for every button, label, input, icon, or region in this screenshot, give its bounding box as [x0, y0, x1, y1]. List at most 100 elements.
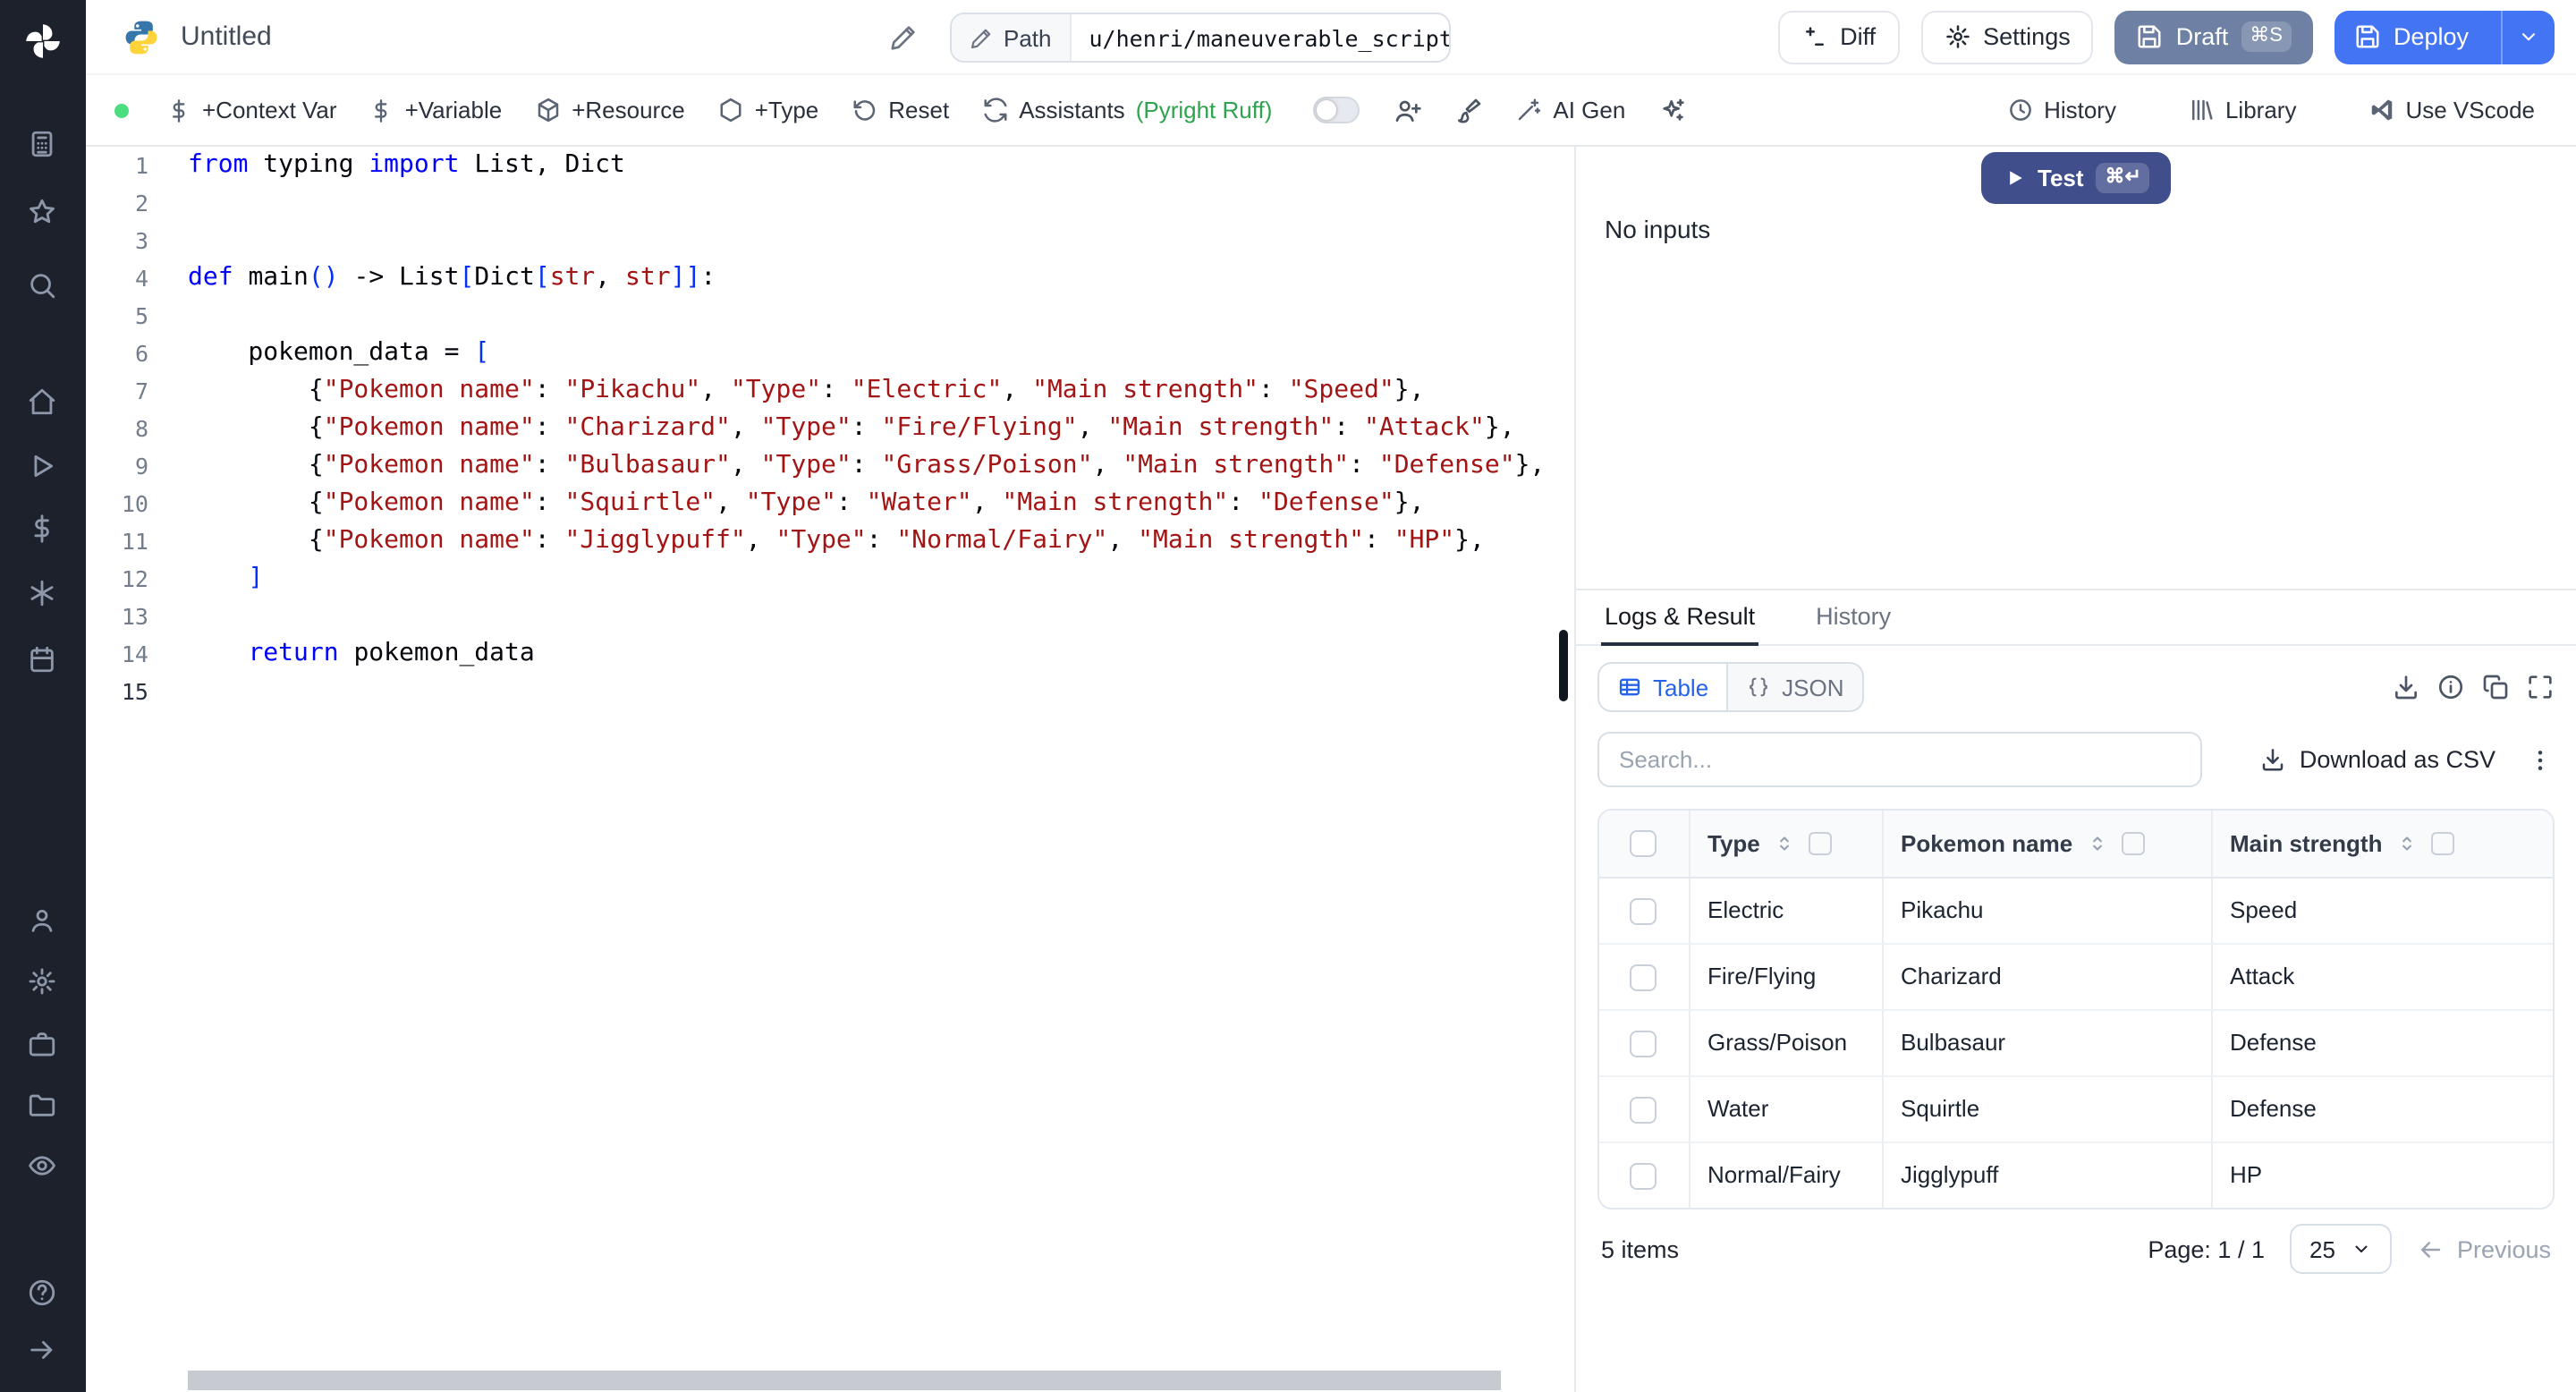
table-row[interactable]: Normal/Fairy Jigglypuff HP	[1599, 1142, 2553, 1208]
column-header-main-strength[interactable]: Main strength	[2210, 811, 2553, 878]
row-checkbox[interactable]	[1630, 963, 1657, 991]
tab-logs-result[interactable]: Logs & Result	[1601, 590, 1759, 646]
vscode-icon	[2368, 97, 2394, 123]
code-line[interactable]: 3	[86, 222, 1553, 259]
code-line[interactable]: 1 from typing import List, Dict	[86, 147, 1553, 184]
sidebar-settings-icon[interactable]	[27, 966, 57, 997]
library-button[interactable]: Library	[2172, 85, 2313, 135]
code-line[interactable]: 7 {"Pokemon name": "Pikachu", "Type": "E…	[86, 372, 1553, 410]
sidebar-search-icon[interactable]	[27, 270, 57, 301]
line-number: 10	[121, 490, 148, 517]
code-line[interactable]: 10 {"Pokemon name": "Squirtle", "Type": …	[86, 485, 1553, 522]
row-checkbox[interactable]	[1630, 1030, 1657, 1057]
sidebar-home-icon[interactable]	[27, 386, 57, 417]
ai-gen-button[interactable]: AI Gen	[1499, 85, 1641, 135]
code-line[interactable]: 13	[86, 598, 1553, 635]
sidebar-resources-icon[interactable]	[27, 578, 57, 608]
sidebar-help-icon[interactable]	[27, 1277, 57, 1308]
page-size-select[interactable]: 25	[2290, 1224, 2393, 1274]
add-type-button[interactable]: +Type	[701, 85, 835, 135]
sort-icon[interactable]	[1773, 832, 1796, 855]
view-json-button[interactable]: JSON	[1728, 664, 1861, 710]
sidebar-users-icon[interactable]	[27, 905, 57, 936]
row-checkbox[interactable]	[1630, 897, 1657, 925]
more-options-icon[interactable]	[2526, 745, 2555, 774]
sidebar-folders-icon[interactable]	[27, 1090, 57, 1120]
draft-button[interactable]: Draft ⌘S	[2114, 10, 2313, 64]
sidebar-apps-icon[interactable]	[27, 129, 57, 159]
table-row[interactable]: Water Squirtle Defense	[1599, 1075, 2553, 1142]
user-plus-icon[interactable]	[1394, 96, 1422, 124]
table-row[interactable]: Fire/Flying Charizard Attack	[1599, 943, 2553, 1010]
info-icon[interactable]	[2436, 673, 2465, 701]
row-checkbox[interactable]	[1630, 1162, 1657, 1190]
code-editor[interactable]: 1 from typing import List, Dict 2 3 4 def mai…	[86, 147, 1553, 1392]
path-editor[interactable]: Path u/henri/maneuverable_script	[950, 13, 1451, 63]
sparkles-icon[interactable]	[1657, 96, 1686, 124]
diff-button[interactable]: Diff	[1777, 10, 1900, 64]
search-input[interactable]	[1597, 732, 2202, 787]
reset-button[interactable]: Reset	[835, 85, 965, 135]
settings-button[interactable]: Settings	[1920, 10, 2094, 64]
editor-horizontal-scrollbar[interactable]	[188, 1371, 1501, 1390]
path-value[interactable]: u/henri/maneuverable_script	[1072, 24, 1450, 51]
deploy-button[interactable]: Deploy	[2334, 10, 2555, 64]
chevron-down-icon	[2517, 25, 2540, 48]
line-number: 13	[121, 603, 148, 630]
sidebar-workers-icon[interactable]	[27, 1029, 57, 1059]
sidebar-favorites-icon[interactable]	[27, 197, 57, 227]
code-line[interactable]: 9 {"Pokemon name": "Bulbasaur", "Type": …	[86, 447, 1553, 485]
code-line[interactable]: 15	[86, 673, 1553, 710]
assistants-button[interactable]: Assistants (Pyright Ruff)	[965, 85, 1288, 135]
table-row[interactable]: Grass/Poison Bulbasaur Defense	[1599, 1009, 2553, 1076]
column-filter-checkbox[interactable]	[2430, 831, 2454, 855]
code-line[interactable]: 14 return pokemon_data	[86, 635, 1553, 673]
code-line[interactable]: 11 {"Pokemon name": "Jigglypuff", "Type"…	[86, 522, 1553, 560]
add-variable-button[interactable]: +Variable	[353, 85, 519, 135]
resize-handle[interactable]	[1559, 630, 1568, 701]
copy-icon[interactable]	[2481, 673, 2510, 701]
deploy-label: Deploy	[2393, 23, 2469, 50]
select-all-checkbox[interactable]	[1630, 830, 1657, 858]
code-line[interactable]: 5	[86, 297, 1553, 335]
sidebar-audit-logs-icon[interactable]	[27, 1150, 57, 1181]
row-checkbox[interactable]	[1630, 1096, 1657, 1124]
tab-history[interactable]: History	[1812, 590, 1894, 646]
column-filter-checkbox[interactable]	[1808, 831, 1832, 855]
reset-label: Reset	[888, 97, 950, 123]
column-filter-checkbox[interactable]	[2121, 831, 2145, 855]
maximize-icon[interactable]	[2526, 673, 2555, 701]
add-context-var-button[interactable]: +Context Var	[150, 85, 353, 135]
code-line[interactable]: 12 ]	[86, 560, 1553, 598]
windmill-logo-icon[interactable]	[21, 20, 64, 63]
code-line[interactable]: 2	[86, 184, 1553, 222]
deploy-main[interactable]: Deploy	[2334, 10, 2488, 64]
sort-icon[interactable]	[2085, 832, 2108, 855]
sidebar-variables-icon[interactable]	[27, 514, 57, 544]
code-text: {"Pokemon name": "Pikachu", "Type": "Ele…	[188, 376, 1425, 404]
download-icon[interactable]	[2392, 673, 2420, 701]
sidebar-schedules-icon[interactable]	[27, 644, 57, 675]
table-row[interactable]: Electric Pikachu Speed	[1599, 877, 2553, 944]
code-line[interactable]: 8 {"Pokemon name": "Charizard", "Type": …	[86, 410, 1553, 447]
edit-title-icon[interactable]	[889, 23, 918, 52]
previous-page-button[interactable]: Previous	[2418, 1235, 2551, 1262]
download-csv-button[interactable]: Download as CSV	[2260, 746, 2496, 773]
assistant-toggle[interactable]	[1313, 97, 1360, 123]
sort-icon[interactable]	[2394, 832, 2418, 855]
column-header-type[interactable]: Type	[1688, 811, 1882, 878]
sidebar-runs-icon[interactable]	[27, 451, 57, 481]
deploy-dropdown-button[interactable]	[2501, 10, 2555, 64]
add-resource-button[interactable]: +Resource	[518, 85, 700, 135]
test-button[interactable]: Test ⌘↵	[1980, 152, 2172, 204]
history-button[interactable]: History	[1990, 85, 2132, 135]
brush-icon[interactable]	[1454, 96, 1483, 124]
pane-resizer[interactable]	[1553, 147, 1576, 1392]
code-line[interactable]: 6 pokemon_data = [	[86, 335, 1553, 372]
edit-path-icon	[970, 26, 993, 49]
column-header-pokemon-name[interactable]: Pokemon name	[1881, 811, 2211, 878]
view-table-button[interactable]: Table	[1599, 664, 1729, 710]
use-vscode-button[interactable]: Use VScode	[2351, 85, 2551, 135]
sidebar-expand-icon[interactable]	[27, 1335, 57, 1365]
code-line[interactable]: 4 def main() -> List[Dict[str, str]]:	[86, 259, 1553, 297]
